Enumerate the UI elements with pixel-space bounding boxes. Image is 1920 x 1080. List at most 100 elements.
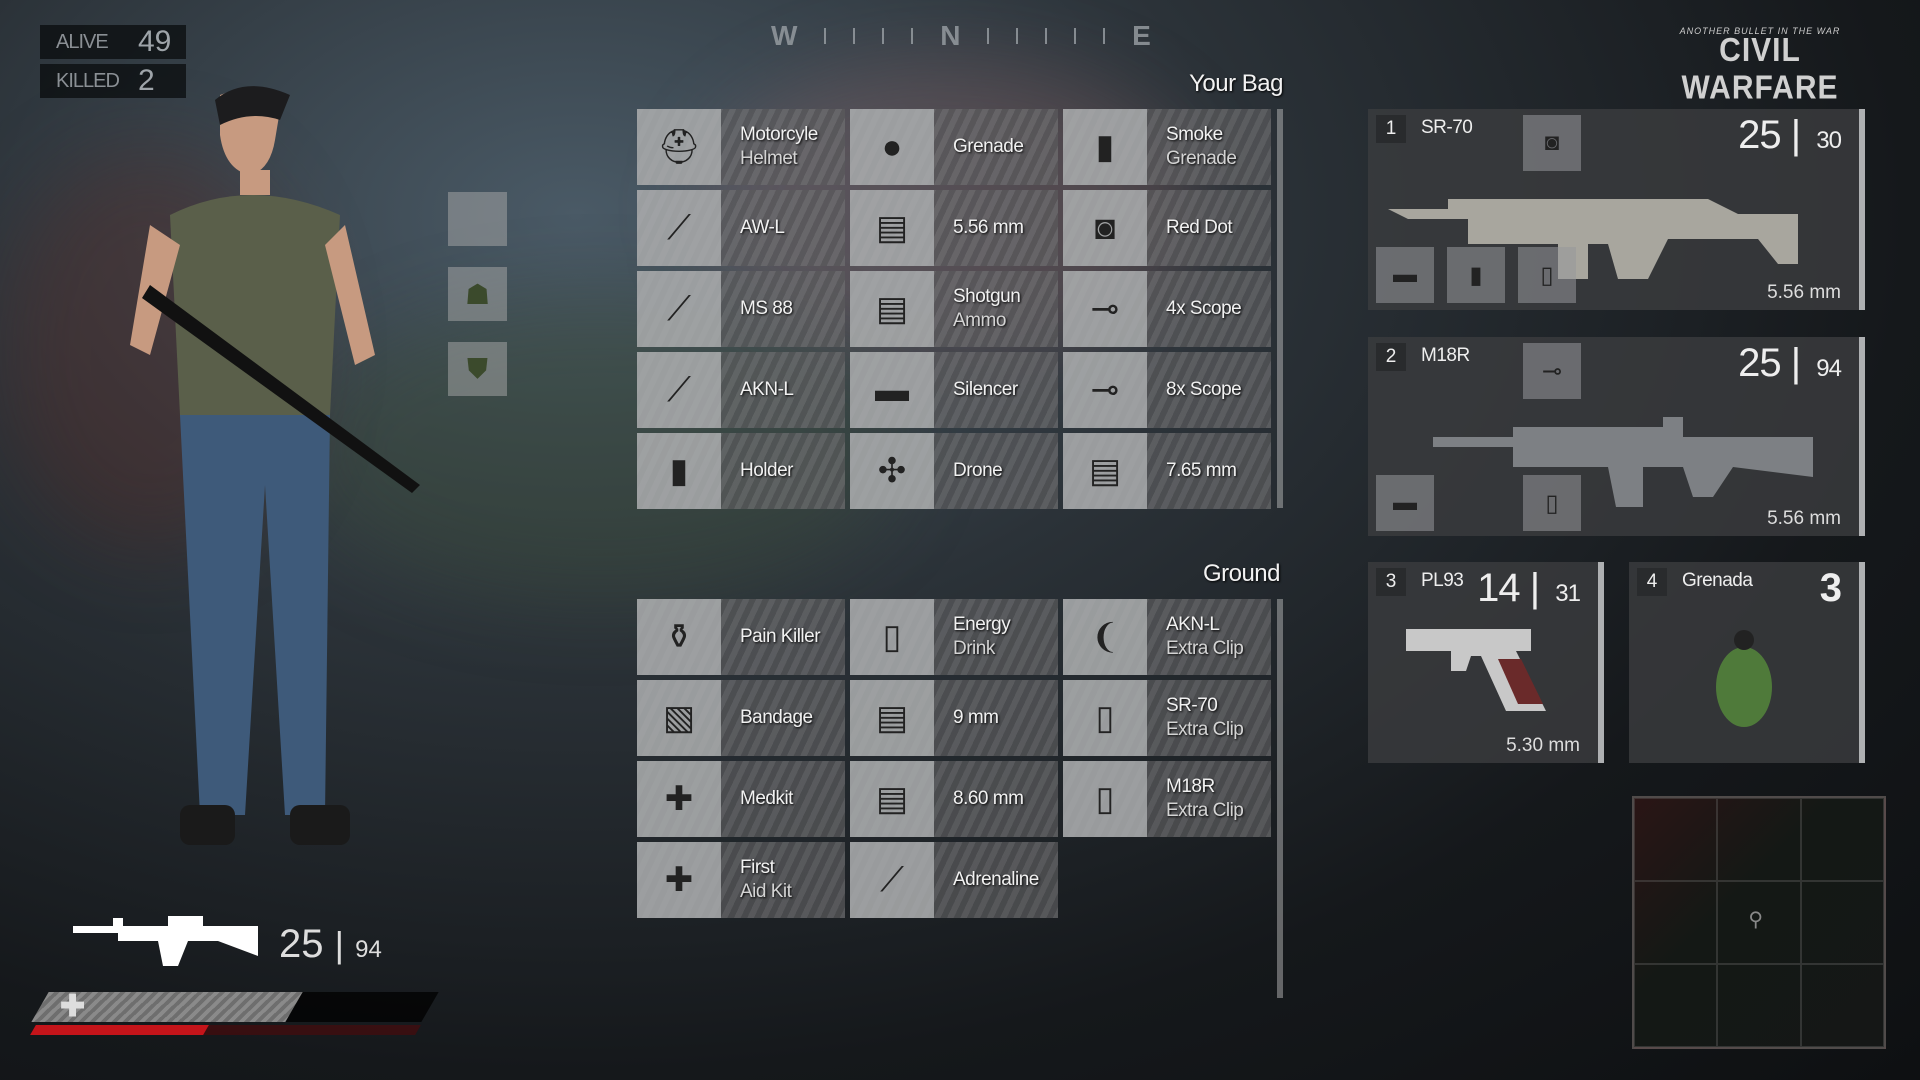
item-icon-box: ✚ — [637, 842, 721, 918]
red-dot-sight-icon: ◙ — [1544, 129, 1560, 156]
bag-item[interactable]: ✣ Drone — [850, 433, 1058, 509]
item-label: Silencer — [934, 352, 1058, 428]
bag-item[interactable]: ▮ Smoke Grenade — [1063, 109, 1271, 185]
slot-number: 3 — [1376, 568, 1406, 596]
attachment-scope[interactable]: ⊸ — [1523, 343, 1581, 399]
weapon-slot-4[interactable]: 4 Grenada 3 — [1629, 562, 1865, 763]
ground-item[interactable]: ▧ Bandage — [637, 680, 845, 756]
grip-icon: ▮ — [669, 452, 689, 490]
attachment-silencer[interactable]: ▬ — [1376, 247, 1434, 303]
slot-number: 1 — [1376, 115, 1406, 143]
bag-grid: ⛑ Motorcyle Helmet ● Grenade ▮ Smoke Grenade ⟋ AW… — [637, 109, 1271, 509]
weapon-caliber: 5.56 mm — [1767, 282, 1841, 303]
stamina-bar-fill — [30, 1025, 210, 1035]
item-icon-box: ⚱ — [637, 599, 721, 675]
silencer-icon: ▬ — [1393, 489, 1417, 516]
item-label: 8.60 mm — [934, 761, 1058, 837]
bag-item[interactable]: ▤ Shotgun Ammo — [850, 271, 1058, 347]
bag-item[interactable]: ⟋ MS 88 — [637, 271, 845, 347]
ground-item[interactable]: ⚱ Pain Killer — [637, 599, 845, 675]
equipped-ammo-reserve: 94 — [355, 936, 382, 963]
bag-item[interactable]: ▮ Holder — [637, 433, 845, 509]
item-label-line1: Bandage — [740, 707, 813, 728]
item-icon-box: ▤ — [1063, 433, 1147, 509]
game-logo: ANOTHER BULLET IN THE WAR CIVIL WARFARE — [1655, 26, 1865, 106]
item-label-line1: 7.65 mm — [1166, 460, 1237, 481]
weapon-slot-2[interactable]: 2 M18R 25 | 94 ⊸ ▬ ▯ 5.56 mm — [1368, 337, 1865, 536]
bag-item[interactable]: ⟋ AW-L — [637, 190, 845, 266]
item-icon-box: ⟋ — [850, 842, 934, 918]
ammo-box-icon: ▤ — [1088, 452, 1122, 490]
scope-icon: ⊸ — [1090, 290, 1120, 328]
item-label-line1: 9 mm — [953, 707, 999, 728]
item-icon-box: ▤ — [850, 271, 934, 347]
ground-item[interactable]: ▯ M18R Extra Clip — [1063, 761, 1271, 837]
ammo-box-icon: ▤ — [875, 209, 909, 247]
bag-item[interactable]: ⊸ 4x Scope — [1063, 271, 1271, 347]
item-icon-box: ⊸ — [1063, 271, 1147, 347]
ammo-current: 25 — [1738, 341, 1781, 385]
equipped-rifle-icon — [73, 916, 258, 966]
character-slot-vest[interactable]: ⛊ — [448, 342, 507, 396]
ground-item[interactable]: ✚ First Aid Kit — [637, 842, 845, 918]
silencer-icon: ▬ — [1393, 261, 1417, 288]
weapon-slot-1[interactable]: 1 SR-70 25 | 30 ◙ ▬ ▮ ▯ 5.56 mm — [1368, 109, 1865, 310]
character-slot-backpack[interactable]: ☗ — [448, 267, 507, 321]
attachment-grip[interactable]: ▮ — [1447, 247, 1505, 303]
backpack-icon: ☗ — [464, 278, 491, 310]
ammo-current: 25 — [1738, 113, 1781, 157]
item-label-line2: Aid Kit — [740, 881, 792, 902]
bag-item[interactable]: ▤ 5.56 mm — [850, 190, 1058, 266]
shotgun-icon: ⟋ — [667, 289, 691, 328]
ground-item[interactable]: ▯ SR-70 Extra Clip — [1063, 680, 1271, 756]
bag-item[interactable]: ⊸ 8x Scope — [1063, 352, 1271, 428]
attachment-silencer[interactable]: ▬ — [1376, 475, 1434, 531]
weapon-ammo: 14 | 31 — [1477, 566, 1581, 610]
equipped-ammo-current: 25 — [279, 922, 324, 966]
item-label: Adrenaline — [934, 842, 1058, 918]
medkit-icon: ✚ — [664, 780, 694, 818]
magazine-icon: ❨ — [1090, 618, 1120, 656]
bag-item[interactable]: ◙ Red Dot — [1063, 190, 1271, 266]
item-label-line1: AKN-L — [740, 379, 794, 400]
character-slot-empty[interactable] — [448, 192, 507, 246]
bag-item[interactable]: ⟋ AKN-L — [637, 352, 845, 428]
item-label-line1: Medkit — [740, 788, 793, 809]
ground-item[interactable]: ▤ 9 mm — [850, 680, 1058, 756]
map-marker-icon: ⚲ — [1748, 909, 1763, 931]
ground-item[interactable]: ▤ 8.60 mm — [850, 761, 1058, 837]
first-aid-kit-icon: ✚ — [664, 861, 694, 899]
weapon-slot-3[interactable]: 3 PL93 14 | 31 5.30 mm — [1368, 562, 1604, 763]
item-label-line2: Extra Clip — [1166, 638, 1244, 659]
item-label-line1: Motorcyle — [740, 124, 818, 145]
bag-item[interactable]: ▬ Silencer — [850, 352, 1058, 428]
ground-item[interactable]: ✚ Medkit — [637, 761, 845, 837]
magazine-icon: ▯ — [1095, 699, 1115, 737]
bag-item[interactable]: ▤ 7.65 mm — [1063, 433, 1271, 509]
ground-item[interactable]: ⟋ Adrenaline — [850, 842, 1058, 918]
item-label-line2: Grenade — [1166, 148, 1237, 169]
minimap[interactable]: ⚲ — [1632, 796, 1886, 1049]
attachment-magazine[interactable]: ▯ — [1523, 475, 1581, 531]
compass-east: E — [1132, 20, 1151, 51]
bag-item[interactable]: ⛑ Motorcyle Helmet — [637, 109, 845, 185]
slot-number: 4 — [1637, 568, 1667, 596]
ground-scrollbar[interactable] — [1277, 599, 1283, 998]
weapon-name: M18R — [1421, 345, 1470, 366]
item-icon-box: ▤ — [850, 680, 934, 756]
alive-value: 49 — [138, 25, 172, 58]
item-label-line2: Drink — [953, 638, 995, 659]
item-label-line1: SR-70 — [1166, 695, 1218, 716]
bag-scrollbar[interactable] — [1277, 109, 1283, 508]
magazine-icon: ▯ — [1540, 261, 1554, 289]
attachment-magazine[interactable]: ▯ — [1518, 247, 1576, 303]
bag-item[interactable]: ● Grenade — [850, 109, 1058, 185]
ground-item[interactable]: ❨ AKN-L Extra Clip — [1063, 599, 1271, 675]
bandage-icon: ▧ — [662, 699, 696, 737]
item-icon-box: ⟋ — [637, 271, 721, 347]
weapon-ammo: 25 | 94 — [1738, 341, 1842, 385]
attachment-red-dot[interactable]: ◙ — [1523, 115, 1581, 171]
ground-item[interactable]: ▯ Energy Drink — [850, 599, 1058, 675]
item-label: 7.65 mm — [1147, 433, 1271, 509]
item-icon-box: ◙ — [1063, 190, 1147, 266]
